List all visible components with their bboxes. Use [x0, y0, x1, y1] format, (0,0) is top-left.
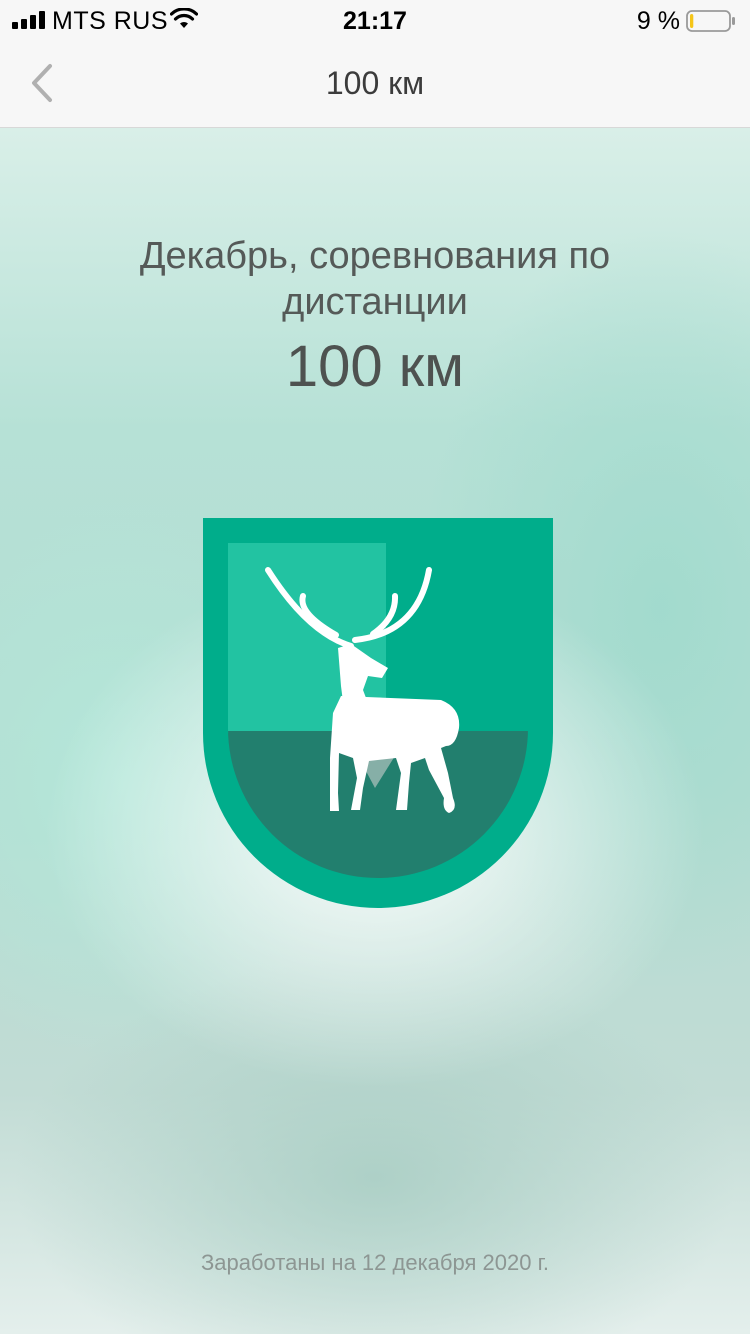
earned-date: Заработаны на 12 декабря 2020 г. — [200, 1250, 550, 1275]
status-bar: MTS RUS 21:17 9 % — [0, 0, 750, 40]
battery-percent: 9 % — [636, 7, 680, 35]
chevron-left-icon — [32, 64, 52, 102]
achievement-title: Декабрь, соревнования по дистанции — [139, 235, 611, 323]
achievement-content: Декабрь, соревнования по дистанции 100 к… — [0, 128, 750, 1334]
battery-icon — [686, 10, 735, 32]
back-button[interactable] — [20, 58, 70, 108]
nav-title: 100 км — [325, 65, 425, 101]
achievement-distance: 100 км — [285, 334, 465, 399]
navigation-bar: 100 км — [0, 40, 750, 128]
deer-badge-icon — [203, 518, 553, 908]
